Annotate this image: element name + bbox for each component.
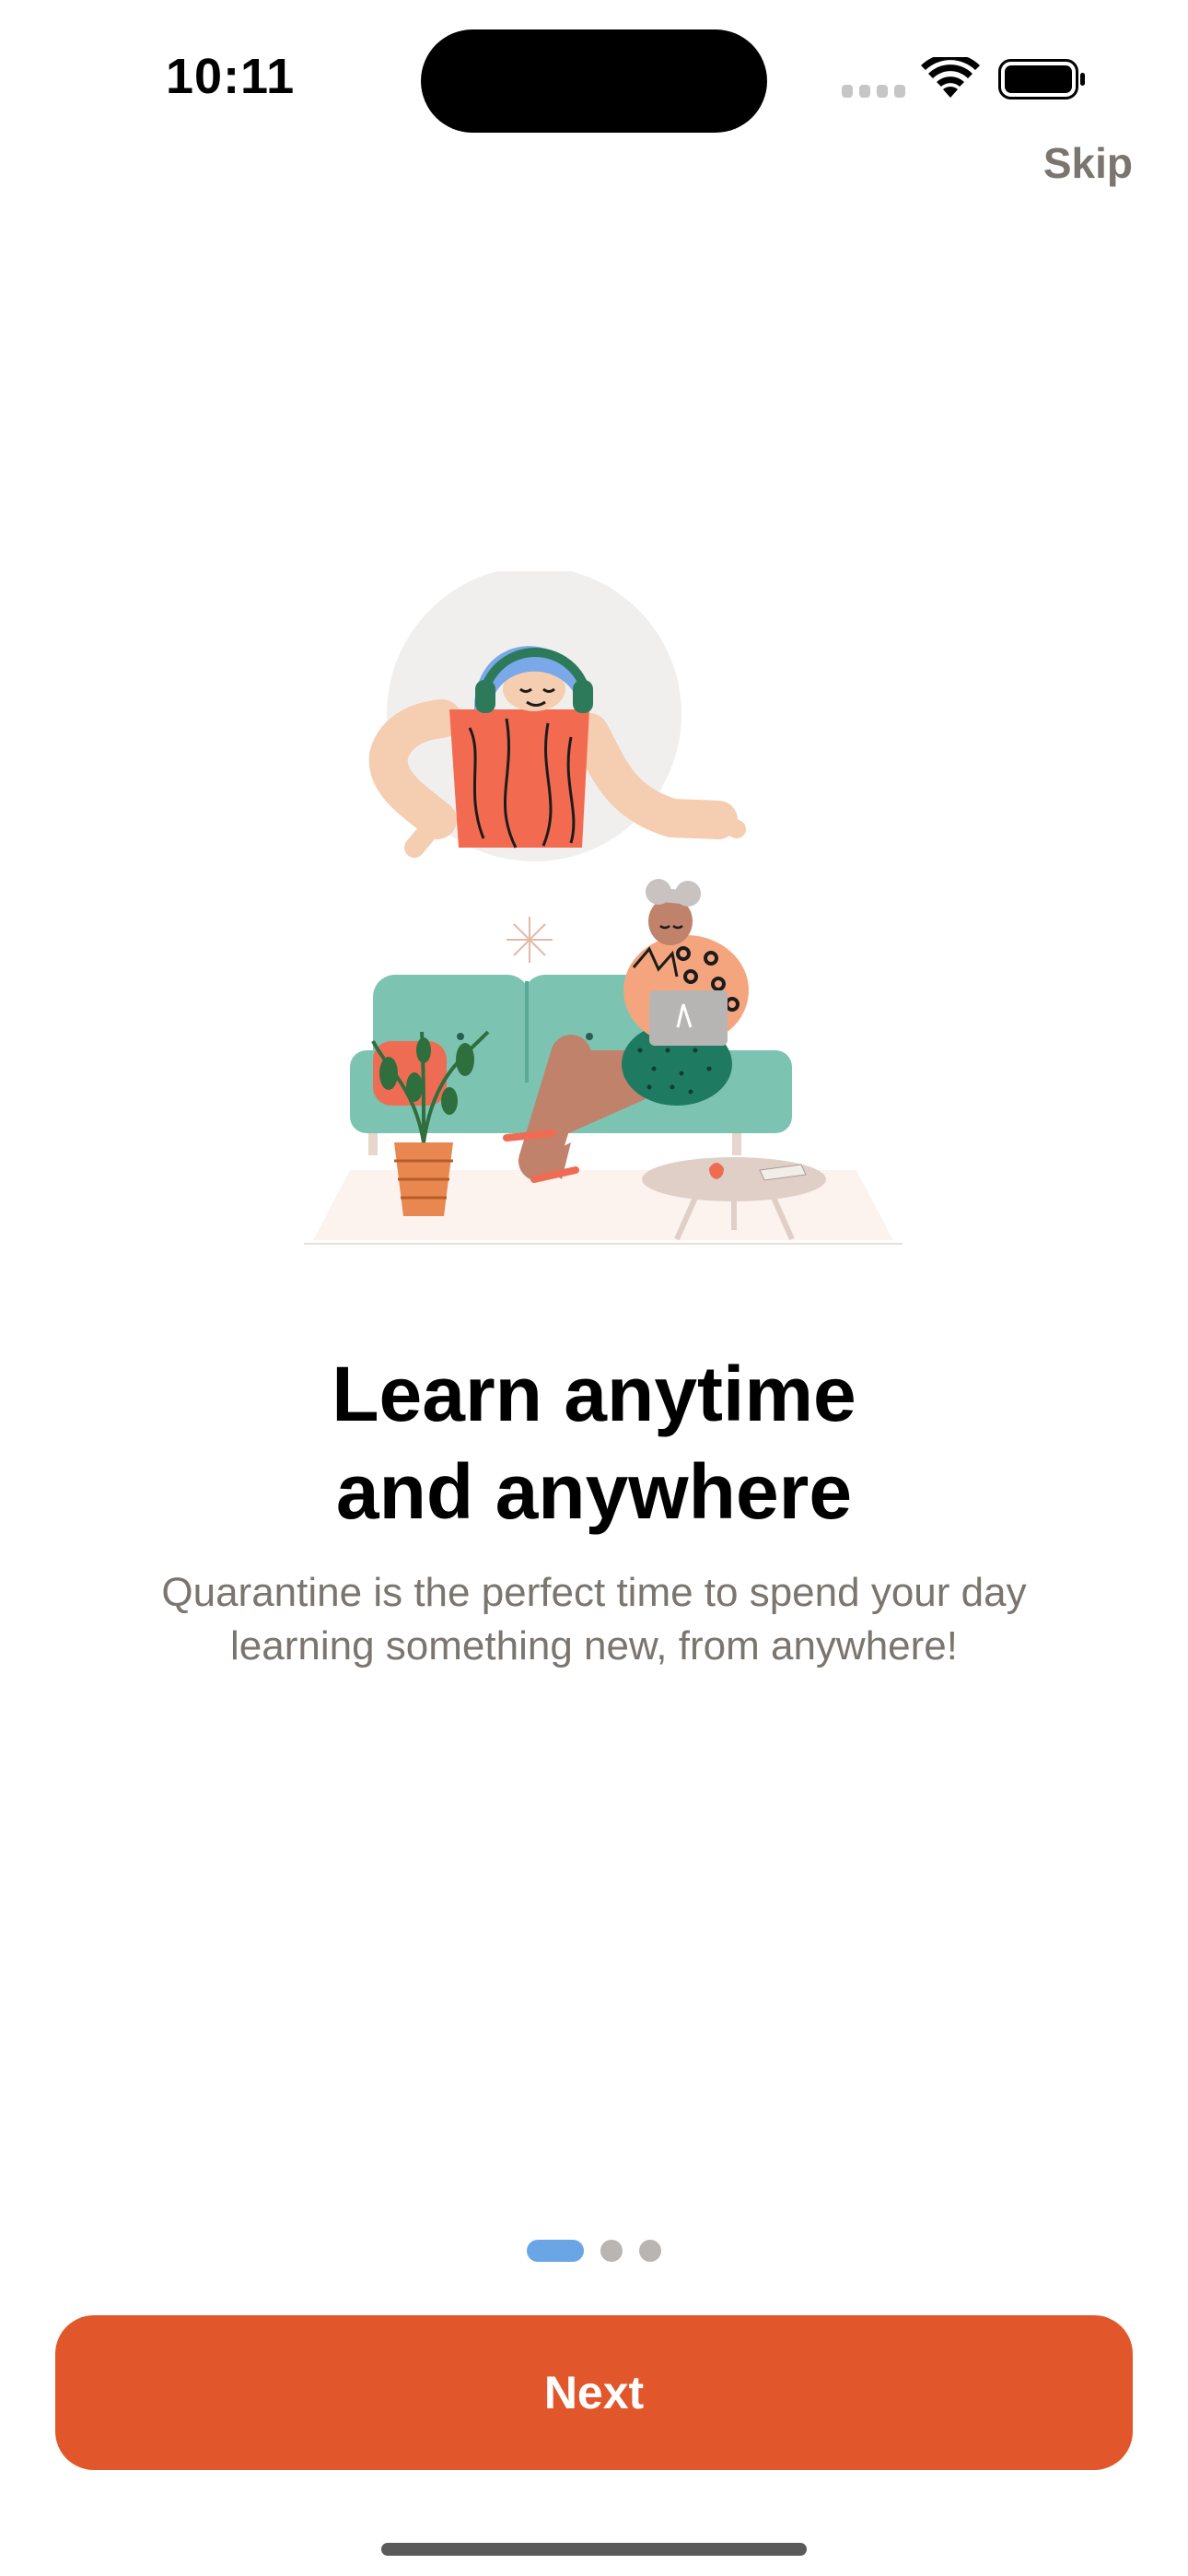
- onboarding-title: Learn anytime and anywhere: [0, 1345, 1188, 1540]
- onboarding-subtitle-line-1: Quarantine is the perfect time to spend …: [161, 1570, 1027, 1615]
- battery-icon: [998, 59, 1085, 100]
- onboarding-title-line-1: Learn anytime: [332, 1351, 856, 1437]
- wifi-icon: [921, 57, 980, 98]
- onboarding-title-line-2: and anywhere: [335, 1448, 853, 1535]
- page-indicator-dot-2[interactable]: [600, 2240, 623, 2262]
- onboarding-illustration: [304, 571, 903, 1245]
- page-indicator[interactable]: [0, 2239, 1188, 2263]
- onboarding-subtitle-line-2: learning something new, from anywhere!: [230, 1623, 958, 1669]
- skip-button[interactable]: Skip: [1043, 138, 1133, 188]
- status-bar-time: 10:11: [166, 49, 296, 104]
- page-indicator-dot-3[interactable]: [639, 2240, 661, 2262]
- page-indicator-dot-1[interactable]: [527, 2240, 584, 2262]
- cellular-signal-icon: [842, 85, 905, 98]
- dynamic-island: [421, 29, 767, 133]
- next-button[interactable]: Next: [55, 2315, 1133, 2470]
- home-indicator[interactable]: [381, 2543, 807, 2556]
- onboarding-subtitle: Quarantine is the perfect time to spend …: [55, 1566, 1133, 1673]
